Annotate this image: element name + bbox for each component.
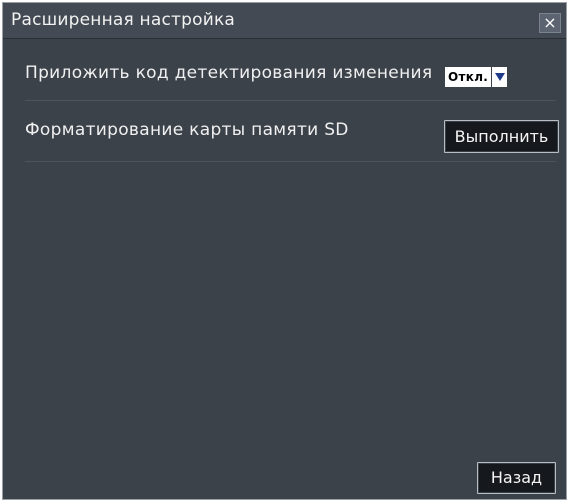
row-divider <box>25 100 556 101</box>
advanced-settings-dialog: Расширенная настройка × Приложить код де… <box>2 2 567 500</box>
close-icon: × <box>543 13 557 32</box>
close-button[interactable]: × <box>539 13 561 33</box>
dialog-title: Расширенная настройка <box>11 10 236 30</box>
setting-label-format-sd-card: Форматирование карты памяти SD <box>25 120 349 140</box>
chevron-down-icon <box>492 67 508 87</box>
setting-row-change-detection-code: Приложить код детектирования изменения О… <box>25 53 556 93</box>
execute-button[interactable]: Выполнить <box>444 120 559 153</box>
setting-label-change-detection-code: Приложить код детектирования изменения <box>25 63 433 83</box>
change-detection-code-select[interactable]: Откл. <box>445 67 508 87</box>
select-value: Откл. <box>445 67 492 87</box>
dialog-titlebar: Расширенная настройка × <box>3 3 566 39</box>
setting-row-format-sd-card: Форматирование карты памяти SD Выполнить <box>25 108 559 163</box>
row-divider <box>25 161 556 162</box>
back-button[interactable]: Назад <box>477 462 556 494</box>
